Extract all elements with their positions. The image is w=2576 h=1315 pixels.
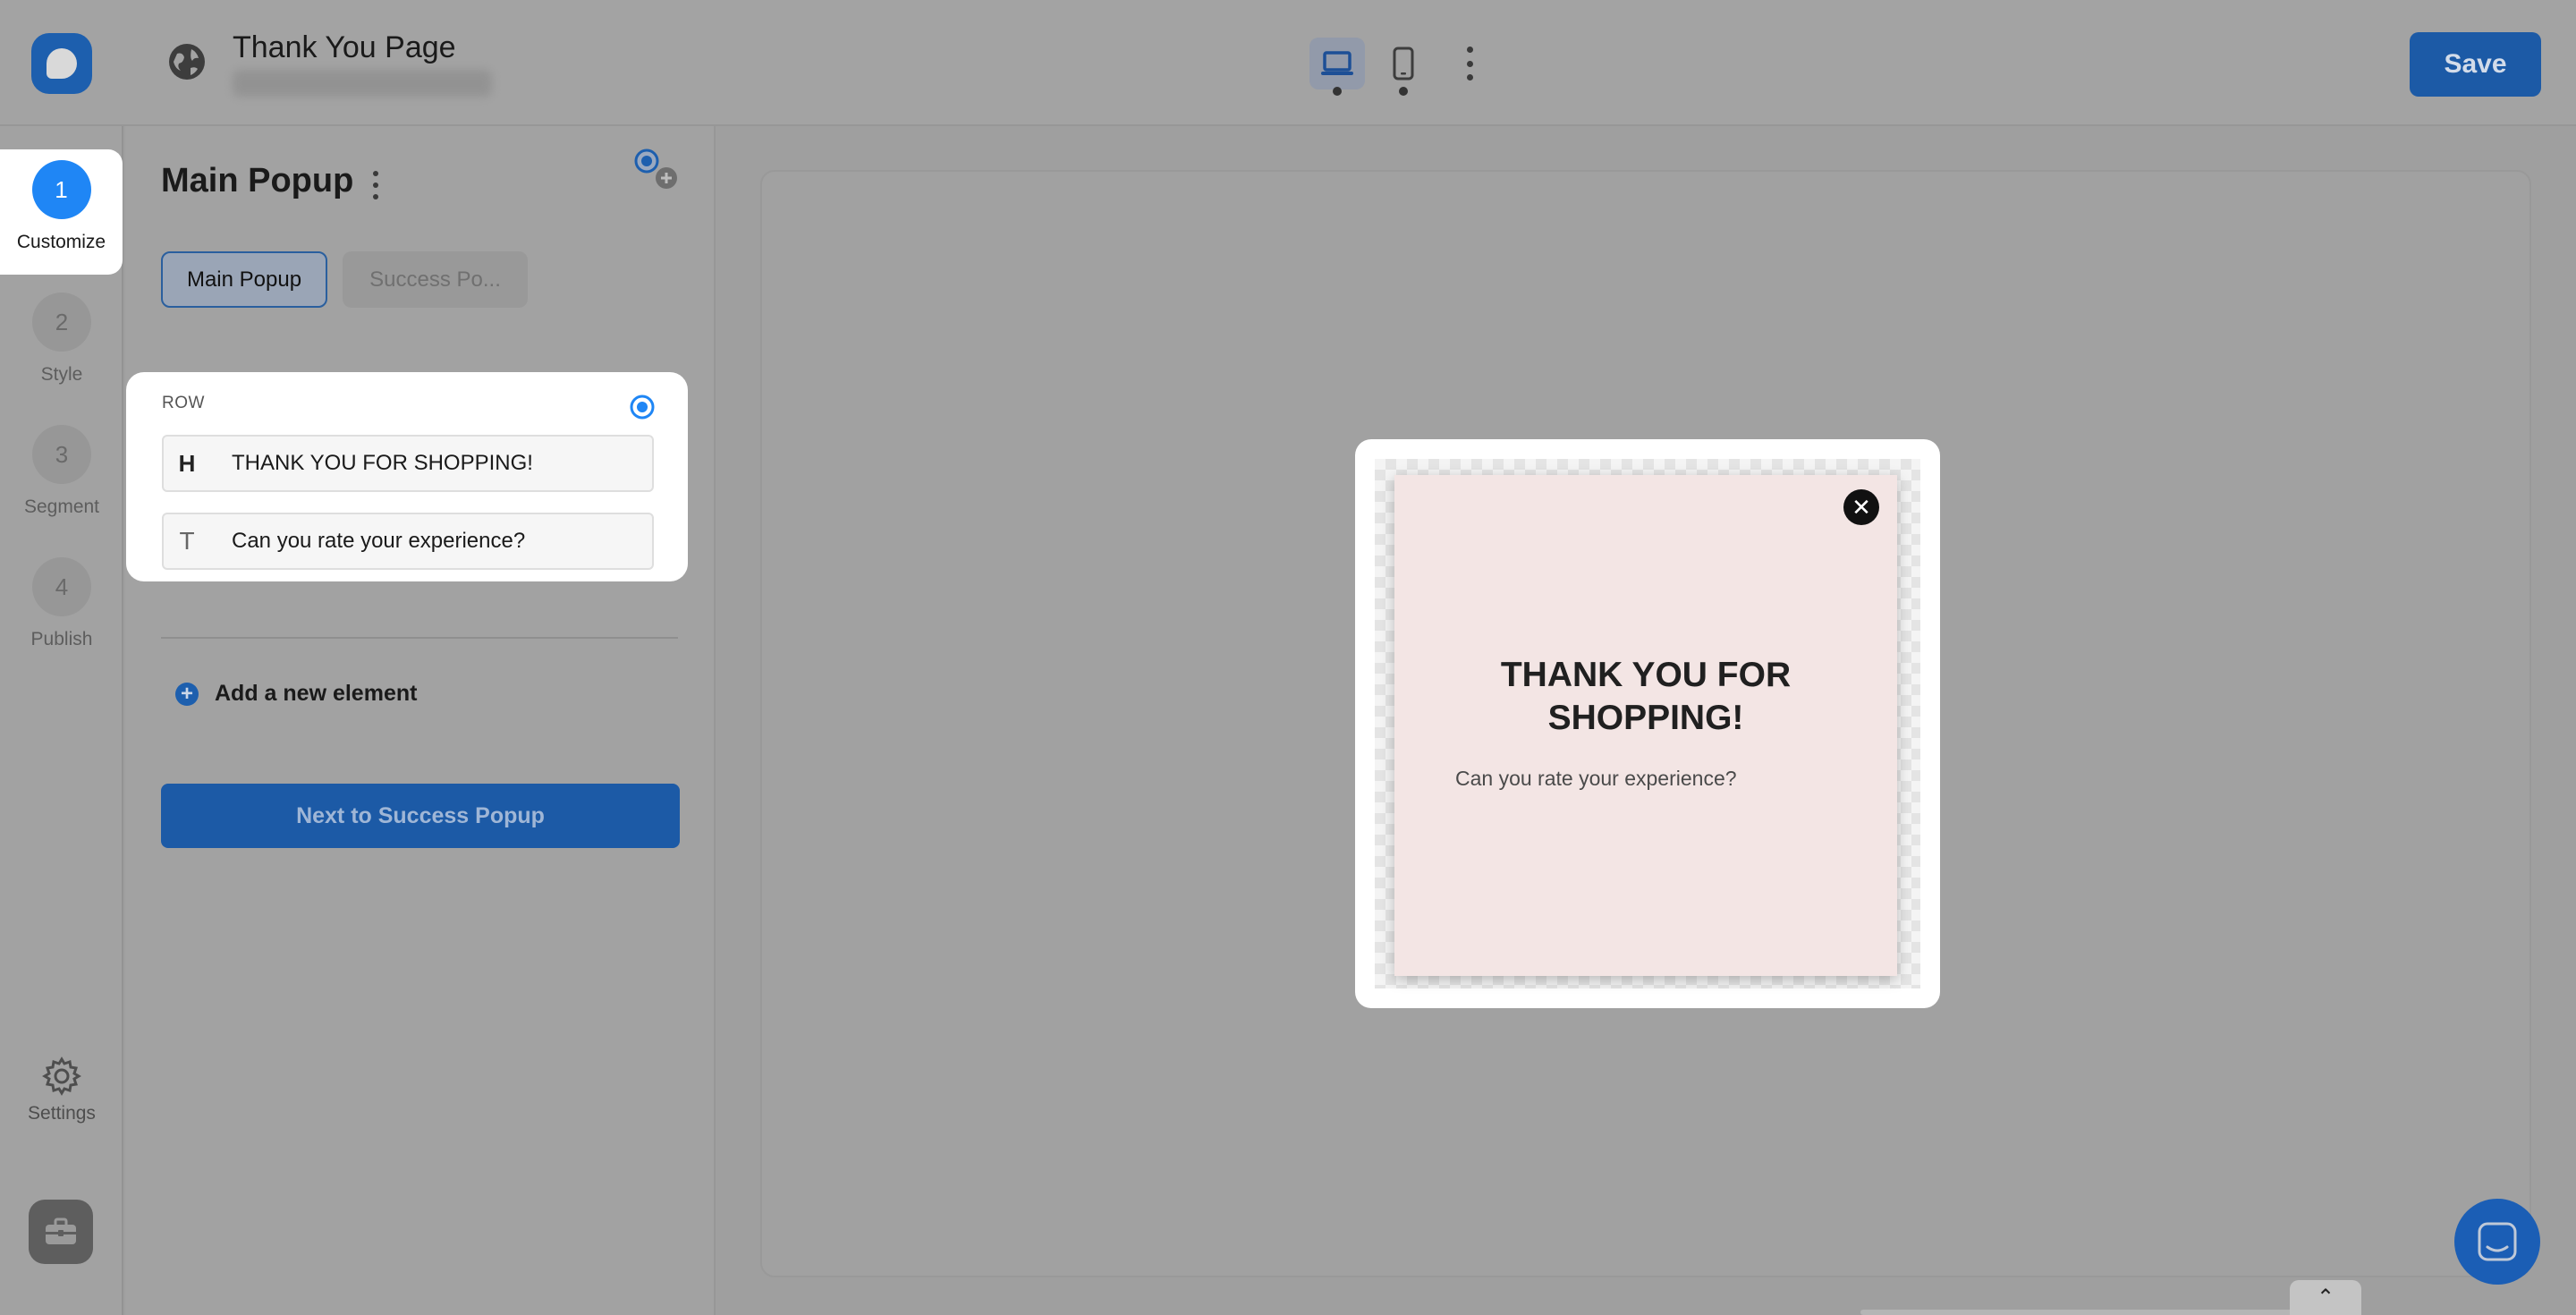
next-to-success-button[interactable]: Next to Success Popup xyxy=(161,784,680,848)
row-label: ROW xyxy=(162,394,205,412)
step-number: 2 xyxy=(32,293,91,352)
desktop-view-button[interactable] xyxy=(1309,38,1365,89)
page-title: Thank You Page xyxy=(233,30,456,64)
briefcase-button[interactable] xyxy=(29,1200,93,1264)
step-customize[interactable]: 1 Customize xyxy=(0,149,123,275)
plus-icon: + xyxy=(175,682,199,706)
step-number: 3 xyxy=(32,425,91,484)
close-icon[interactable]: ✕ xyxy=(1843,489,1879,525)
row-card[interactable]: ROW H THANK YOU FOR SHOPPING! T Can you … xyxy=(126,372,688,581)
settings-button[interactable]: Settings xyxy=(0,1056,123,1124)
add-element-button[interactable]: + Add a new element xyxy=(175,681,417,707)
add-element-label: Add a new element xyxy=(215,681,418,706)
panel-title: Main Popup xyxy=(161,162,354,199)
bottom-bar xyxy=(1860,1310,2361,1315)
chevron-up-icon[interactable]: ⌃ xyxy=(2290,1280,2361,1315)
page-url-blurred xyxy=(233,70,492,97)
globe-icon xyxy=(166,41,208,82)
step-label: Segment xyxy=(23,496,100,517)
step-publish[interactable]: 4 Publish xyxy=(0,547,123,672)
step-label: Customize xyxy=(16,232,106,252)
mobile-indicator-dot xyxy=(1399,87,1408,96)
desktop-indicator-dot xyxy=(1333,87,1342,96)
mobile-view-button[interactable] xyxy=(1376,38,1431,89)
tab-success-popup[interactable]: Success Po... xyxy=(343,251,528,308)
step-number: 1 xyxy=(31,160,91,219)
gear-icon xyxy=(42,1056,81,1096)
step-number: 4 xyxy=(32,557,91,616)
target-icon[interactable] xyxy=(629,394,656,420)
mobile-icon xyxy=(1393,47,1414,81)
step-segment[interactable]: 3 Segment xyxy=(0,414,123,539)
popup-heading[interactable]: THANK YOU FOR SHOPPING! xyxy=(1394,654,1897,740)
save-button[interactable]: Save xyxy=(2410,32,2541,97)
desktop-icon xyxy=(1321,51,1353,75)
element-text: THANK YOU FOR SHOPPING! xyxy=(232,451,533,475)
steps-rail: 1 Customize 2 Style 3 Segment 4 Publish … xyxy=(0,126,123,1315)
heading-element[interactable]: H THANK YOU FOR SHOPPING! xyxy=(162,435,654,492)
panel-options-button[interactable] xyxy=(369,171,383,199)
editor-panel: Main Popup Main Popup Success Po... ROW … xyxy=(125,126,716,1315)
element-text: Can you rate your experience? xyxy=(232,529,526,553)
top-bar: Thank You Page Save xyxy=(0,0,2576,126)
heading-icon: H xyxy=(178,449,196,477)
briefcase-icon xyxy=(46,1217,76,1244)
step-label: Style xyxy=(40,364,83,385)
text-icon: T xyxy=(179,527,195,555)
popup-preview-frame: ✕ THANK YOU FOR SHOPPING! Can you rate y… xyxy=(1355,439,1940,1008)
tab-main-popup[interactable]: Main Popup xyxy=(161,251,327,308)
step-style[interactable]: 2 Style xyxy=(0,282,123,407)
chat-icon xyxy=(2478,1222,2517,1261)
divider xyxy=(161,637,678,639)
popup-preview[interactable]: ✕ THANK YOU FOR SHOPPING! Can you rate y… xyxy=(1394,475,1897,976)
popup-text[interactable]: Can you rate your experience? xyxy=(1455,767,1737,791)
more-options-button[interactable] xyxy=(1456,47,1483,81)
target-add-icon xyxy=(634,148,677,189)
text-element[interactable]: T Can you rate your experience? xyxy=(162,513,654,570)
app-logo[interactable] xyxy=(31,33,92,94)
add-target-button[interactable] xyxy=(631,148,680,192)
step-label: Publish xyxy=(30,629,93,649)
settings-label: Settings xyxy=(28,1103,96,1124)
chat-support-button[interactable] xyxy=(2454,1199,2540,1285)
